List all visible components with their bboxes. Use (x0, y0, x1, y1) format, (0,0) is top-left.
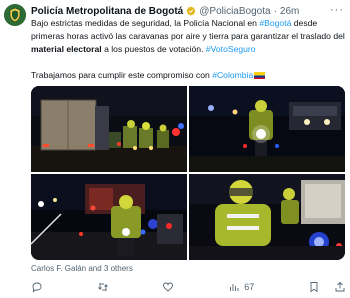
share-icon (335, 281, 345, 292)
retweet-button[interactable] (97, 281, 109, 293)
reply-icon (32, 282, 42, 293)
verified-badge-icon (186, 6, 196, 16)
hashtag-colombia[interactable]: #Colombia (212, 70, 253, 80)
avatar[interactable] (4, 4, 26, 26)
media-grid (31, 86, 345, 260)
views-icon (230, 284, 239, 291)
photo-1[interactable] (31, 86, 187, 172)
tweet-actions: 67 (31, 279, 346, 295)
hashtag-votoseguro[interactable]: #VotoSeguro (206, 44, 256, 54)
reply-button[interactable] (31, 281, 43, 293)
tweet-text: Bajo estrictas medidas de seguridad, la … (31, 17, 347, 82)
author-name[interactable]: Policía Metropolitana de Bogotá (31, 6, 183, 17)
tagged-users[interactable]: Carlos F. Galán and 3 others (31, 264, 133, 273)
hashtag-bogota[interactable]: #Bogotá (259, 18, 291, 28)
bookmark-button[interactable] (308, 281, 320, 293)
more-options-icon[interactable]: ··· (330, 4, 344, 16)
retweet-icon (97, 283, 108, 291)
share-button[interactable] (334, 281, 346, 293)
body-text-1: Bajo estrictas medidas de seguridad, la … (31, 18, 260, 28)
photo-4[interactable] (189, 174, 345, 260)
photo-2[interactable] (189, 86, 345, 172)
body-bold-text: material electoral (31, 44, 102, 54)
body-text-4: Trabajamos para cumplir este compromiso … (31, 70, 213, 80)
tweet-header: Policía Metropolitana de Bogotá @Policia… (31, 4, 344, 18)
like-button[interactable] (162, 281, 174, 293)
author-handle[interactable]: @PoliciaBogota (199, 6, 270, 17)
timestamp[interactable]: 26m (280, 6, 299, 17)
separator-dot: · (273, 5, 277, 17)
photo-3[interactable] (31, 174, 187, 260)
bookmark-icon (310, 282, 318, 293)
views-count: 67 (244, 282, 255, 292)
views-button[interactable]: 67 (228, 281, 254, 293)
colombia-flag-icon (254, 72, 266, 79)
body-text-3: a los puestos de votación. (101, 44, 206, 54)
like-icon (163, 282, 174, 292)
